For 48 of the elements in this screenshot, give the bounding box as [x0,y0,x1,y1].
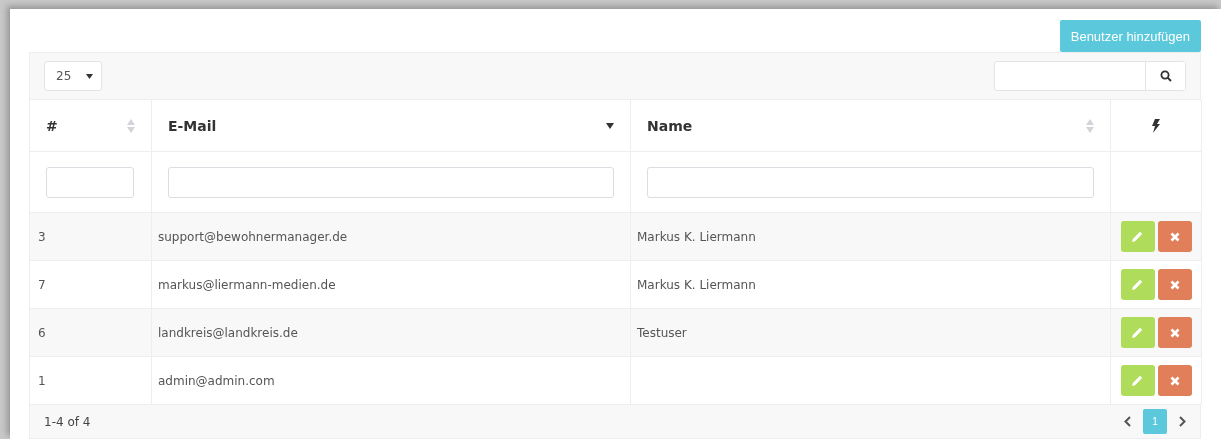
table-cell: Testuser [637,325,687,340]
filter-field[interactable] [168,166,614,198]
caret-icon [86,73,93,79]
table-cell: landkreis@landkreis.de [158,325,298,340]
column-header[interactable]: # [29,99,152,152]
close-icon [1169,279,1180,290]
column-header[interactable]: Name [630,99,1111,152]
delete-button[interactable] [1157,221,1192,252]
pencil-icon [1132,327,1143,338]
delete-button[interactable] [1157,365,1192,396]
search-icon [1159,70,1172,82]
table-cell: 1 [38,373,46,388]
table-cell: admin@admin.com [158,373,275,388]
search-button[interactable] [1145,62,1185,90]
next-page-button[interactable] [1179,416,1186,427]
page-size-select[interactable]: 25 [44,61,102,91]
edit-button[interactable] [1120,317,1155,348]
edit-button[interactable] [1120,269,1155,300]
column-header[interactable]: E-Mail [151,99,631,152]
filter-field[interactable] [647,166,1094,198]
filter-field[interactable] [46,166,134,198]
pencil-icon [1132,279,1143,290]
table-cell: markus@liermann-medien.de [158,277,336,292]
sort-icon[interactable] [127,118,135,133]
table-cell: Markus K. Liermann [637,277,756,292]
table-cell: support@bewohnermanager.de [158,229,348,244]
table-cell: 3 [38,229,46,244]
pencil-icon [1132,231,1143,242]
close-icon [1169,231,1180,242]
row-range: 1-4 of 4 [44,414,91,429]
previous-page-button[interactable] [1124,416,1131,427]
delete-button[interactable] [1157,317,1192,348]
chevron-left-icon [1124,416,1131,427]
table-cell: 7 [38,277,46,292]
edit-button[interactable] [1120,221,1155,252]
delete-button[interactable] [1157,269,1192,300]
lightning-icon [1152,118,1160,133]
close-icon [1169,375,1180,386]
chevron-right-icon [1179,416,1186,427]
close-icon [1169,327,1180,338]
edit-button[interactable] [1120,365,1155,396]
table-cell: 6 [38,325,46,340]
actions-header[interactable] [1110,99,1202,152]
table-cell: Markus K. Liermann [637,229,756,244]
search-field[interactable] [994,61,1186,91]
sort-descending-icon[interactable] [606,122,614,129]
pencil-icon [1132,375,1143,386]
sort-icon[interactable] [1086,118,1094,133]
